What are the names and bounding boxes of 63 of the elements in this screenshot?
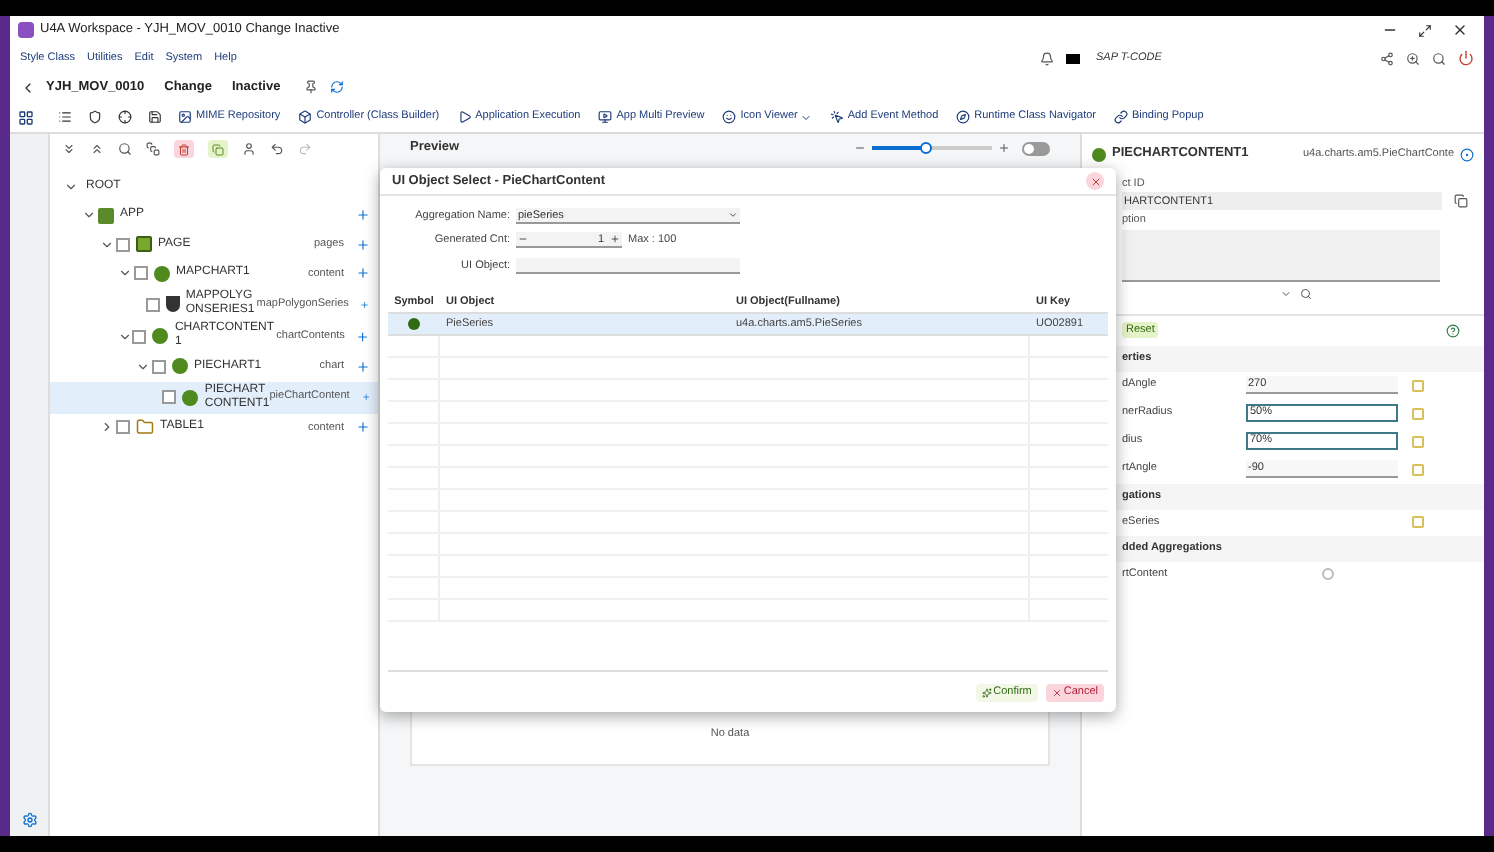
page-icon xyxy=(136,236,152,253)
ui-object-field[interactable] xyxy=(516,257,740,274)
close-icon[interactable] xyxy=(1452,22,1468,38)
description-field[interactable] xyxy=(1122,229,1440,281)
shield-icon[interactable] xyxy=(88,110,102,124)
slider-thumb[interactable] xyxy=(920,142,932,154)
chevron-down-icon[interactable] xyxy=(117,329,132,343)
copy-icon[interactable] xyxy=(1454,194,1468,209)
power-icon[interactable] xyxy=(1458,50,1474,66)
chevron-down-icon[interactable] xyxy=(118,266,132,281)
app-logo-icon xyxy=(18,22,34,38)
search-icon[interactable] xyxy=(118,142,132,156)
plus-icon[interactable] xyxy=(610,234,620,245)
close-icon xyxy=(1089,175,1101,187)
bell-icon[interactable] xyxy=(1040,51,1054,65)
checkbox[interactable] xyxy=(116,420,130,435)
sparkle-icon xyxy=(981,687,992,697)
zoom-in-icon[interactable] xyxy=(998,142,1010,154)
chevron-down-icon[interactable] xyxy=(100,237,114,252)
checkbox[interactable] xyxy=(132,329,147,343)
refresh-icon[interactable] xyxy=(330,80,345,94)
settings-icon[interactable] xyxy=(21,812,37,828)
chevron-right-icon[interactable] xyxy=(100,420,114,435)
shield-icon xyxy=(165,296,180,312)
pin-icon[interactable] xyxy=(304,80,319,94)
preview-toggle[interactable] xyxy=(1022,141,1050,155)
undo-icon[interactable] xyxy=(270,142,284,156)
zoom-icon[interactable] xyxy=(1406,51,1420,65)
chevron-down-icon[interactable] xyxy=(82,208,96,223)
image-icon xyxy=(178,110,192,124)
back-icon[interactable] xyxy=(20,79,36,95)
search-icon[interactable] xyxy=(1432,51,1446,65)
caret-icon xyxy=(728,210,738,221)
help-icon[interactable] xyxy=(1446,323,1460,337)
chevron-down-icon[interactable] xyxy=(64,179,78,194)
checkbox[interactable] xyxy=(116,237,130,252)
chevron-down-icon[interactable] xyxy=(136,359,150,374)
close-button[interactable] xyxy=(1086,172,1104,190)
caret-icon xyxy=(799,111,812,123)
folder-icon xyxy=(136,418,154,437)
restore-icon[interactable] xyxy=(1418,23,1432,37)
expand-all-icon[interactable] xyxy=(62,142,76,156)
checkbox[interactable] xyxy=(134,266,148,281)
delete-button[interactable] xyxy=(174,140,194,158)
save-icon[interactable] xyxy=(148,110,162,124)
preview-icon xyxy=(598,110,613,124)
checkbox[interactable] xyxy=(145,297,160,311)
checkbox[interactable] xyxy=(152,359,166,374)
share-icon[interactable] xyxy=(1380,51,1394,65)
add-icon[interactable] xyxy=(356,329,370,343)
search-icon[interactable] xyxy=(1299,287,1311,299)
user-icon[interactable] xyxy=(242,142,256,156)
add-icon[interactable] xyxy=(360,297,370,311)
app-icon xyxy=(98,207,114,224)
flag-icon xyxy=(1066,53,1080,63)
panel-icon[interactable] xyxy=(146,142,160,156)
checkbox[interactable] xyxy=(162,390,177,404)
run-icon xyxy=(457,110,472,124)
list-icon[interactable] xyxy=(58,110,72,124)
crosshair-icon[interactable] xyxy=(118,110,132,124)
target-icon[interactable] xyxy=(1460,147,1474,161)
layout-icon[interactable] xyxy=(18,109,34,125)
collapse-all-icon[interactable] xyxy=(90,142,104,156)
